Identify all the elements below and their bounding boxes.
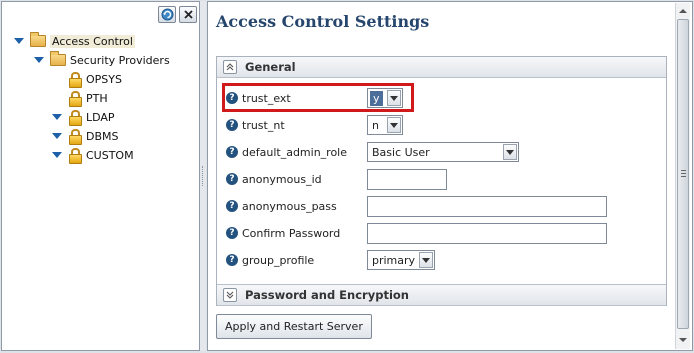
field-label: trust_nt [242,118,285,132]
tree-item-dbms[interactable]: DBMS [52,127,119,145]
tree-item-label: DBMS [86,129,119,143]
folder-open-icon [50,51,66,66]
tree-item-label: Access Control [50,34,135,48]
tree-item-opsys[interactable]: OPSYS [68,70,122,88]
section-title: Password and Encryption [245,288,409,302]
tree-toolbar [158,6,197,23]
field-label: anonymous_pass [242,199,337,213]
help-icon[interactable]: ? [226,92,238,104]
field-row-confirm-password: ? Confirm Password [217,221,666,245]
tree-item-label: LDAP [86,110,115,124]
expand-arrow-icon[interactable] [34,57,44,63]
field-label: anonymous_id [242,172,322,186]
tree-item-label: PTH [86,91,108,105]
tree-item-pth[interactable]: PTH [68,89,108,107]
collapse-button[interactable] [223,60,237,74]
lock-icon [68,129,82,145]
settings-panel: Access Control Settings General ? trust_… [207,1,693,351]
expand-button[interactable] [223,288,237,302]
trust-nt-select[interactable]: n [367,115,403,135]
field-label: default_admin_role [242,145,348,159]
select-value: Basic User [372,145,430,159]
scroll-down-icon[interactable] [676,333,690,347]
select-value: n [372,118,379,132]
settings-form: General ? trust_ext y ? trust_nt n ? def… [216,56,667,306]
help-icon[interactable]: ? [226,173,238,185]
panel-splitter[interactable] [200,1,206,351]
expand-arrow-icon[interactable] [52,114,62,120]
scroll-up-icon[interactable] [676,4,690,18]
scrollbar-thumb[interactable] [677,19,689,329]
field-label: group_profile [242,253,315,267]
tree-item-security-providers[interactable]: Security Providers [34,51,170,69]
close-panel-button[interactable] [179,6,197,23]
default-admin-role-select[interactable]: Basic User [367,142,519,162]
refresh-button[interactable] [158,6,176,23]
expand-arrow-icon[interactable] [52,133,62,139]
help-icon[interactable]: ? [226,200,238,212]
help-icon[interactable]: ? [226,254,238,266]
tree-item-access-control[interactable]: Access Control [14,32,135,50]
section-header-general[interactable]: General [217,57,666,78]
help-icon[interactable]: ? [226,146,238,158]
tree-item-label: CUSTOM [86,148,134,162]
chevron-down-icon[interactable] [387,90,401,106]
splitter-grip-icon[interactable] [202,166,204,186]
chevron-up-icon [226,63,234,71]
anonymous-id-input[interactable] [367,168,447,190]
navigation-tree-panel: Access Control Security Providers OPSYS … [1,1,200,351]
grip-icon [681,170,686,177]
tree-item-label: Security Providers [70,53,170,67]
lock-icon [68,72,82,88]
group-profile-select[interactable]: primary [367,250,435,270]
confirm-password-input[interactable] [367,222,607,244]
help-icon[interactable]: ? [226,119,238,131]
help-icon[interactable]: ? [226,227,238,239]
anonymous-pass-input[interactable] [367,195,607,217]
refresh-icon [161,8,173,21]
lock-icon [68,110,82,126]
close-icon [183,10,193,19]
chevron-down-icon[interactable] [419,252,433,268]
page-title: Access Control Settings [216,12,430,31]
tree-item-ldap[interactable]: LDAP [52,108,115,126]
lock-icon [68,148,82,164]
chevron-down-icon [226,291,234,299]
trust-ext-select[interactable]: y [367,88,403,108]
field-label: trust_ext [242,91,291,105]
expand-arrow-icon[interactable] [14,38,24,44]
lock-icon [68,91,82,107]
field-label: Confirm Password [242,226,341,240]
field-row-anonymous-pass: ? anonymous_pass [217,194,666,218]
select-value: primary [372,253,416,267]
expand-arrow-icon[interactable] [52,152,62,158]
apply-and-restart-button[interactable]: Apply and Restart Server [216,314,372,339]
tree-item-label: OPSYS [86,72,122,86]
section-header-password-encryption[interactable]: Password and Encryption [217,284,666,306]
section-title: General [245,60,296,74]
chevron-down-icon[interactable] [503,144,517,160]
vertical-scrollbar[interactable] [675,3,690,349]
field-row-default-admin-role: ? default_admin_role Basic User [217,140,666,164]
tree-item-custom[interactable]: CUSTOM [52,146,134,164]
field-row-anonymous-id: ? anonymous_id [217,167,666,191]
folder-open-icon [30,32,46,47]
field-row-trust-nt: ? trust_nt n [217,113,666,137]
select-value: y [370,90,383,106]
chevron-down-icon[interactable] [387,117,401,133]
field-row-group-profile: ? group_profile primary [217,248,666,272]
field-row-trust-ext: ? trust_ext y [217,86,666,110]
